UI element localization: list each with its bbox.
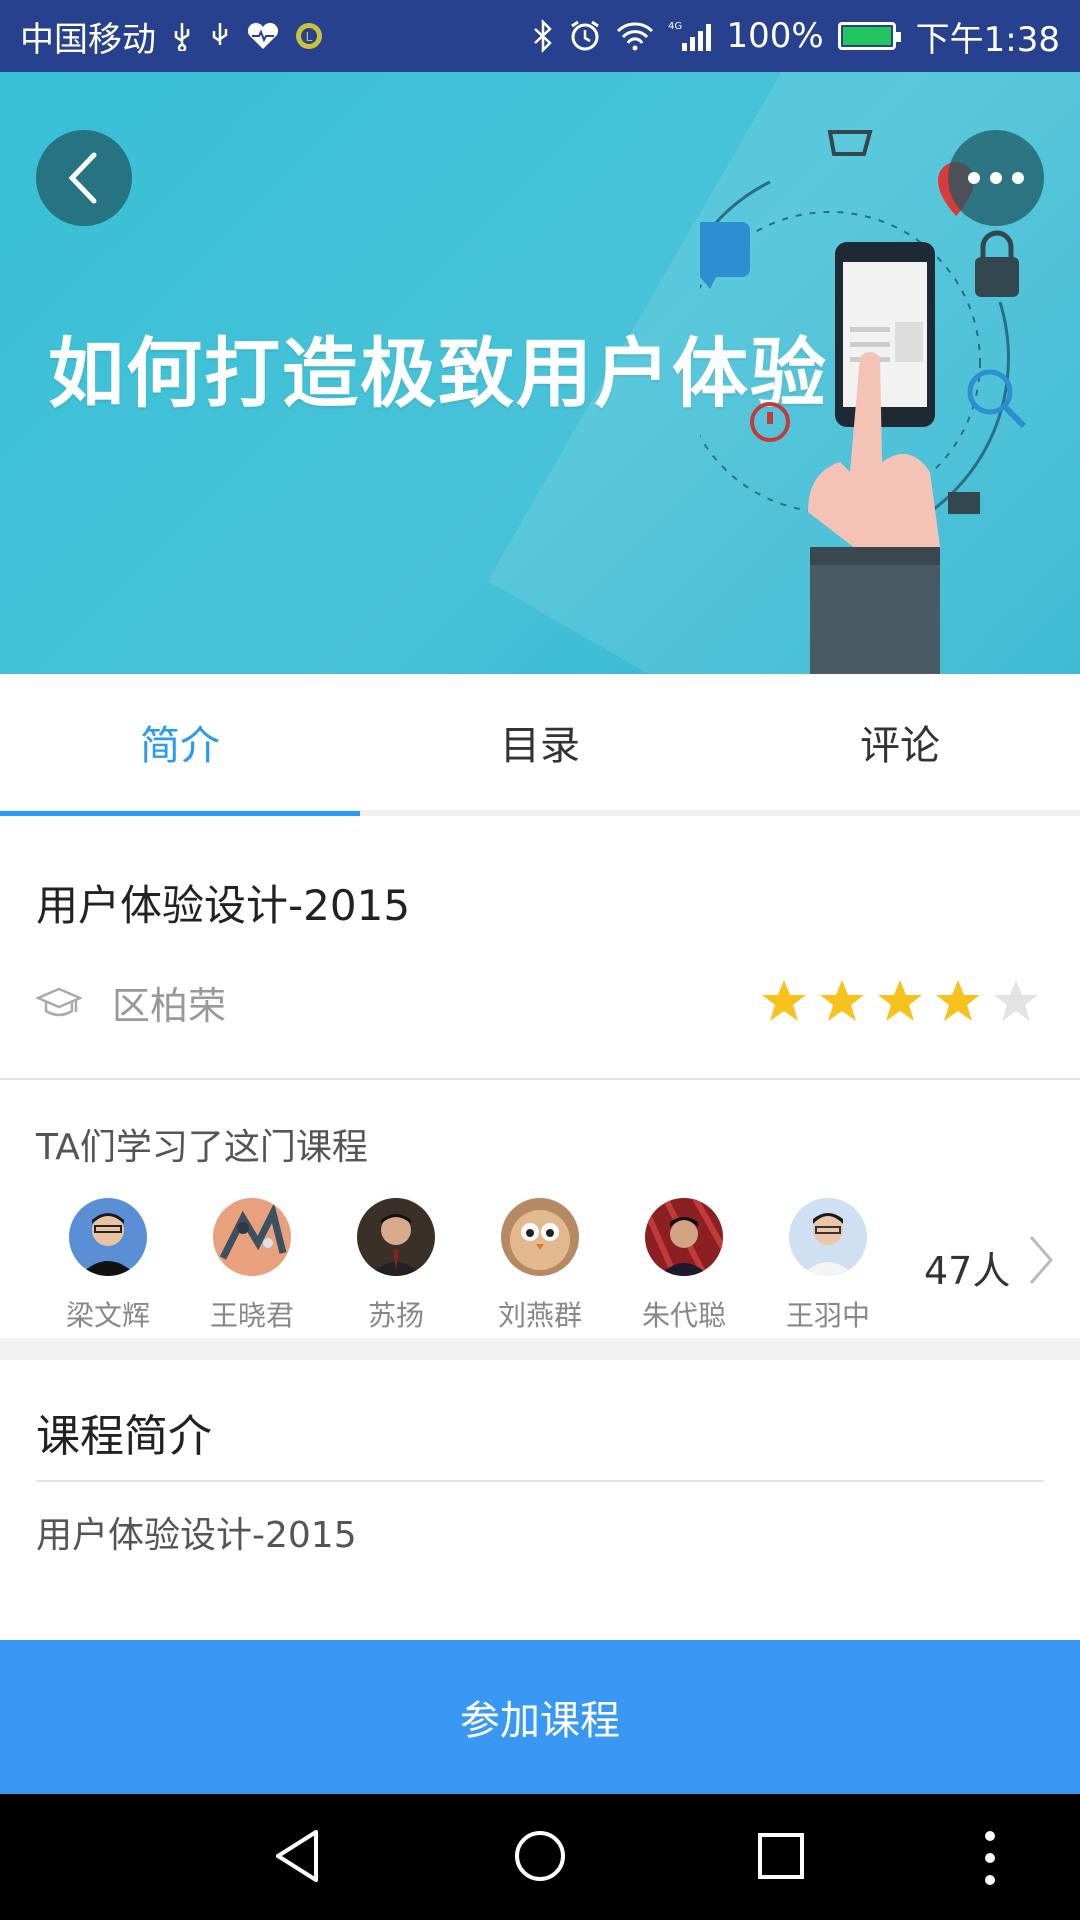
battery-percent: 100% (726, 16, 824, 56)
section-separator (0, 1338, 1080, 1360)
teacher-row[interactable]: 区柏荣 (36, 975, 226, 1030)
star-icon (936, 980, 980, 1021)
learner-count[interactable]: 47人 (924, 1240, 1010, 1295)
avatar (501, 1198, 579, 1276)
nav-home-icon[interactable] (512, 1828, 568, 1884)
svg-text:L: L (306, 30, 313, 44)
chevron-right-icon[interactable] (1026, 1232, 1056, 1288)
teacher-name: 区柏荣 (112, 984, 227, 1028)
signal-icon: 4G (668, 19, 712, 53)
bluetooth-icon (532, 19, 554, 53)
join-course-button[interactable]: 参加课程 (0, 1640, 1080, 1794)
nav-recents-icon[interactable] (756, 1828, 806, 1884)
learners-heading: TA们学习了这门课程 (36, 1127, 368, 1168)
alarm-icon (568, 19, 602, 53)
divider (36, 1480, 1044, 1482)
more-options-button[interactable] (948, 130, 1044, 226)
tab-comments[interactable]: 评论 (720, 674, 1080, 810)
learner-item[interactable]: 王晓君 (180, 1198, 324, 1334)
avatar (645, 1198, 723, 1276)
tab-intro[interactable]: 简介 (0, 674, 360, 816)
graduation-cap-icon (36, 987, 82, 1016)
intro-heading: 课程简介 (36, 1411, 212, 1462)
learner-item[interactable]: 王羽中 (756, 1198, 900, 1334)
learner-item[interactable]: 苏扬 (324, 1198, 468, 1334)
nav-back-icon[interactable] (272, 1828, 322, 1884)
learner-item[interactable]: 朱代聪 (612, 1198, 756, 1334)
course-banner: 如何打造极致用户体验 (0, 72, 1080, 674)
star-icon (762, 980, 806, 1021)
back-button[interactable] (36, 130, 132, 226)
health-heart-icon (246, 21, 280, 51)
tab-catalog[interactable]: 目录 (360, 674, 720, 810)
learner-name: 朱代聪 (641, 1299, 726, 1332)
more-dots-icon (968, 172, 1024, 184)
learner-name: 王羽中 (785, 1299, 870, 1332)
intro-text: 用户体验设计-2015 (36, 1515, 357, 1556)
wifi-icon (616, 21, 654, 51)
avatar (357, 1198, 435, 1276)
star-icon (878, 980, 922, 1021)
learners-list: 梁文辉 王晓君 苏扬 刘燕群 朱代聪 王羽中 (36, 1198, 900, 1334)
learner-name: 苏扬 (367, 1299, 424, 1332)
star-empty-icon (994, 980, 1038, 1021)
learner-item[interactable]: 刘燕群 (468, 1198, 612, 1334)
learner-name: 王晓君 (209, 1299, 294, 1332)
star-icon (820, 980, 864, 1021)
divider (0, 1078, 1080, 1080)
avatar (789, 1198, 867, 1276)
status-bar: 中国移动 L 4G 100% 下午1:38 (0, 0, 1080, 72)
system-nav-bar (0, 1794, 1080, 1920)
nav-menu-dots-icon[interactable] (982, 1828, 998, 1888)
usb-icon (208, 21, 232, 51)
usb-icon (170, 21, 194, 51)
avatar (213, 1198, 291, 1276)
back-arrow-icon (68, 152, 97, 204)
learner-name: 梁文辉 (65, 1299, 150, 1332)
carrier-name: 中国移动 (20, 19, 156, 60)
app-badge-icon: L (294, 21, 324, 51)
course-title: 用户体验设计-2015 (36, 881, 411, 930)
network-type: 4G (668, 21, 682, 32)
battery-icon (837, 22, 901, 50)
learner-item[interactable]: 梁文辉 (36, 1198, 180, 1334)
clock-time: 下午1:38 (915, 19, 1060, 60)
rating-stars (760, 978, 1040, 1024)
avatar (69, 1198, 147, 1276)
learner-name: 刘燕群 (497, 1299, 582, 1332)
course-tabs: 简介 目录 评论 (0, 674, 1080, 816)
